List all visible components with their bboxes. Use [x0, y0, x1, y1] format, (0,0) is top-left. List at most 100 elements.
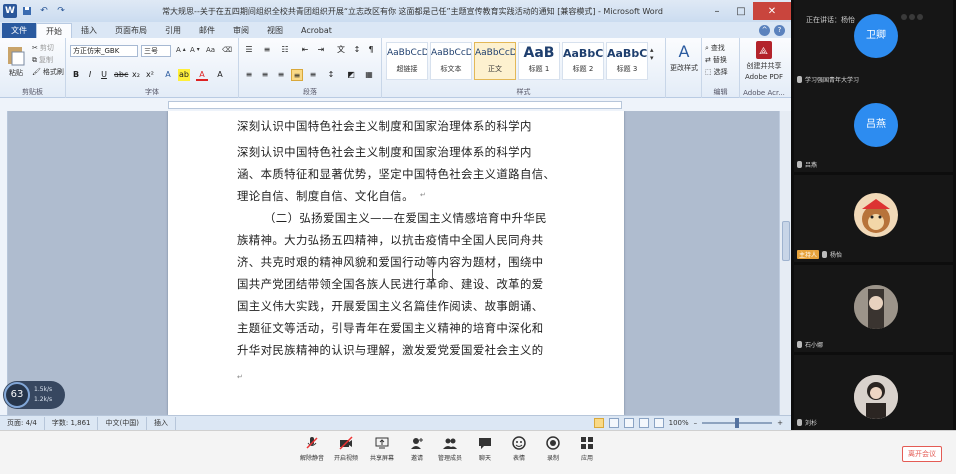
language-indicator[interactable]: 中文(中国) — [98, 416, 147, 430]
web-layout-view-button[interactable] — [623, 418, 634, 428]
participant-tile[interactable]: 吕燕 吕燕 — [794, 85, 953, 172]
find-button[interactable]: ⌕ 查找 — [705, 43, 725, 53]
align-right-button[interactable]: ≡ — [275, 69, 287, 81]
zoom-level[interactable]: 100% — [669, 419, 689, 427]
save-icon[interactable] — [20, 4, 34, 18]
maximize-button[interactable]: □ — [729, 2, 753, 20]
decrease-indent-button[interactable]: ⇤ — [299, 44, 311, 56]
ribbon-collapse-icon[interactable]: ^ — [759, 24, 770, 36]
apps-button[interactable]: 应用 — [565, 436, 609, 462]
align-left-button[interactable]: ≡ — [243, 69, 255, 81]
copy-button[interactable]: ⧉ 复制 — [32, 55, 53, 65]
underline-button[interactable]: U — [98, 69, 110, 81]
multilevel-list-button[interactable]: ☷ — [279, 44, 291, 56]
line-spacing-button[interactable]: ↕ — [325, 69, 337, 81]
increase-indent-button[interactable]: ⇥ — [315, 44, 327, 56]
leave-meeting-button[interactable]: 离开会议 — [902, 446, 942, 462]
shrink-font-button[interactable]: A ▾ — [190, 46, 200, 54]
bullets-button[interactable]: ☰ — [243, 44, 255, 56]
word-count[interactable]: 字数: 1,861 — [45, 416, 99, 430]
outline-view-button[interactable] — [638, 418, 649, 428]
style-normal[interactable]: AaBbCcD 正文 — [474, 42, 516, 80]
clear-format-icon[interactable]: ⌫ — [222, 46, 232, 54]
draft-view-button[interactable] — [653, 418, 664, 428]
zoom-in-button[interactable]: + — [777, 419, 783, 427]
network-speed-overlay[interactable]: 63 1.5k/s 1.2k/s — [3, 381, 65, 409]
doc-line[interactable]: 深刻认识中国特色社会主义制度和国家治理体系的科学内 — [237, 144, 559, 160]
tab-references[interactable]: 引用 — [156, 23, 190, 38]
reading-view-button[interactable] — [608, 418, 619, 428]
doc-line[interactable]: 国主义伟大实践，开展爱国主义名篇佳作阅读、故事朗诵、 — [237, 298, 559, 314]
zoom-slider-thumb[interactable] — [735, 418, 740, 428]
justify-button[interactable]: ≡ — [291, 69, 303, 81]
tab-insert[interactable]: 插入 — [72, 23, 106, 38]
styles-more-button[interactable]: ▴ ▾ — [650, 46, 654, 62]
superscript-button[interactable]: x² — [144, 69, 156, 81]
style-heading-1[interactable]: AaB 标题 1 — [518, 42, 560, 80]
tab-mailings[interactable]: 邮件 — [190, 23, 224, 38]
tab-acrobat[interactable]: Acrobat — [292, 23, 341, 38]
print-layout-view-button[interactable] — [593, 418, 604, 428]
highlight-button[interactable]: ab — [178, 69, 190, 81]
tab-page-layout[interactable]: 页面布局 — [106, 23, 156, 38]
scrollbar-thumb[interactable] — [782, 221, 790, 261]
doc-line[interactable]: 升华对民族精神的认识与理解，激发爱党爱国爱社会主义的 — [237, 342, 559, 358]
change-case-button[interactable]: Aa — [206, 46, 215, 54]
doc-line[interactable]: 国共产党团结带领全国各族人民进行革命、建设、改革的爱 — [237, 276, 559, 292]
format-painter-button[interactable]: 🖌 格式刷 — [32, 67, 64, 77]
show-marks-button[interactable]: ¶ — [365, 44, 377, 56]
tab-file[interactable]: 文件 — [2, 23, 36, 38]
select-button[interactable]: ⬚ 选择 — [705, 67, 728, 77]
tab-view[interactable]: 视图 — [258, 23, 292, 38]
font-color-button[interactable]: A — [196, 69, 208, 81]
bold-button[interactable]: B — [70, 69, 82, 81]
page-count[interactable]: 页面: 4/4 — [0, 416, 45, 430]
help-icon[interactable]: ? — [774, 24, 785, 36]
change-styles-button[interactable]: A 更改样式 — [668, 42, 700, 73]
style-heading-3[interactable]: AaBbC 标题 3 — [606, 42, 648, 80]
borders-button[interactable]: ▦ — [363, 69, 375, 81]
chinese-layout-button[interactable]: 文 — [335, 44, 347, 56]
zoom-out-button[interactable]: – — [694, 419, 698, 427]
doc-line[interactable]: 涵、本质特征和显著优势，坚定中国特色社会主义道路自信、 — [237, 166, 559, 182]
doc-line[interactable]: 济、共克时艰的精神风貌和爱国行动等内容为题材，围绕中 — [237, 254, 559, 270]
undo-icon[interactable]: ↶ — [37, 4, 51, 18]
doc-line[interactable]: 理论自信、制度自信、文化自信。 — [237, 188, 559, 204]
minimize-button[interactable]: – — [705, 2, 729, 20]
insert-mode[interactable]: 插入 — [147, 416, 176, 430]
vertical-scrollbar[interactable] — [779, 111, 791, 415]
shading-button[interactable]: ◩ — [345, 69, 357, 81]
close-button[interactable]: ✕ — [753, 2, 791, 20]
font-name-select[interactable]: 方正仿宋_GBK — [70, 45, 138, 57]
numbering-button[interactable]: ≡ — [261, 44, 273, 56]
align-center-button[interactable]: ≡ — [259, 69, 271, 81]
subscript-button[interactable]: x₂ — [130, 69, 142, 81]
italic-button[interactable]: I — [84, 69, 96, 81]
strikethrough-button[interactable]: abc — [114, 69, 128, 81]
participant-tile[interactable]: 正在讲话：杨怡 卫卿 学习强国青年大学习 — [794, 0, 953, 87]
style-heading-2[interactable]: AaBbC 标题 2 — [562, 42, 604, 80]
create-pdf-button[interactable]: ⟁ 创建并共享 Adobe PDF — [742, 41, 786, 81]
tab-review[interactable]: 审阅 — [224, 23, 258, 38]
zoom-slider[interactable] — [702, 418, 773, 428]
style-hyperlink[interactable]: AaBbCcD 超链接 — [386, 42, 428, 80]
paste-button[interactable]: 粘贴 — [6, 44, 26, 78]
font-size-select[interactable]: 三号 — [141, 45, 171, 57]
doc-line[interactable]: 深刻认识中国特色社会主义制度和国家治理体系的科学内 — [237, 118, 559, 134]
participant-tile[interactable]: 主持人 杨怡 — [794, 175, 953, 262]
grow-font-button[interactable]: A ▴ — [176, 46, 186, 54]
replace-button[interactable]: ⇄ 替换 — [705, 55, 727, 65]
cut-button[interactable]: ✂ 剪切 — [32, 43, 54, 53]
participant-tile[interactable]: 石小娜 — [794, 265, 953, 352]
tab-home[interactable]: 开始 — [36, 23, 72, 38]
participant-tile[interactable]: 刘杉 — [794, 355, 953, 430]
character-border-button[interactable]: A — [214, 69, 226, 81]
distribute-button[interactable]: ≡ — [307, 69, 319, 81]
sort-button[interactable]: ↕ — [351, 44, 363, 56]
ruler-bar[interactable] — [168, 101, 622, 109]
doc-line[interactable]: （二）弘扬爱国主义——在爱国主义情感培育中升华民 — [264, 210, 586, 226]
text-effects-button[interactable]: A — [162, 69, 174, 81]
document-page[interactable]: 深刻认识中国特色社会主义制度和国家治理体系的科学内 深刻认识中国特色社会主义制度… — [168, 111, 624, 415]
redo-icon[interactable]: ↷ — [54, 4, 68, 18]
style-body-text[interactable]: AaBbCcDd标文本 — [430, 42, 472, 80]
